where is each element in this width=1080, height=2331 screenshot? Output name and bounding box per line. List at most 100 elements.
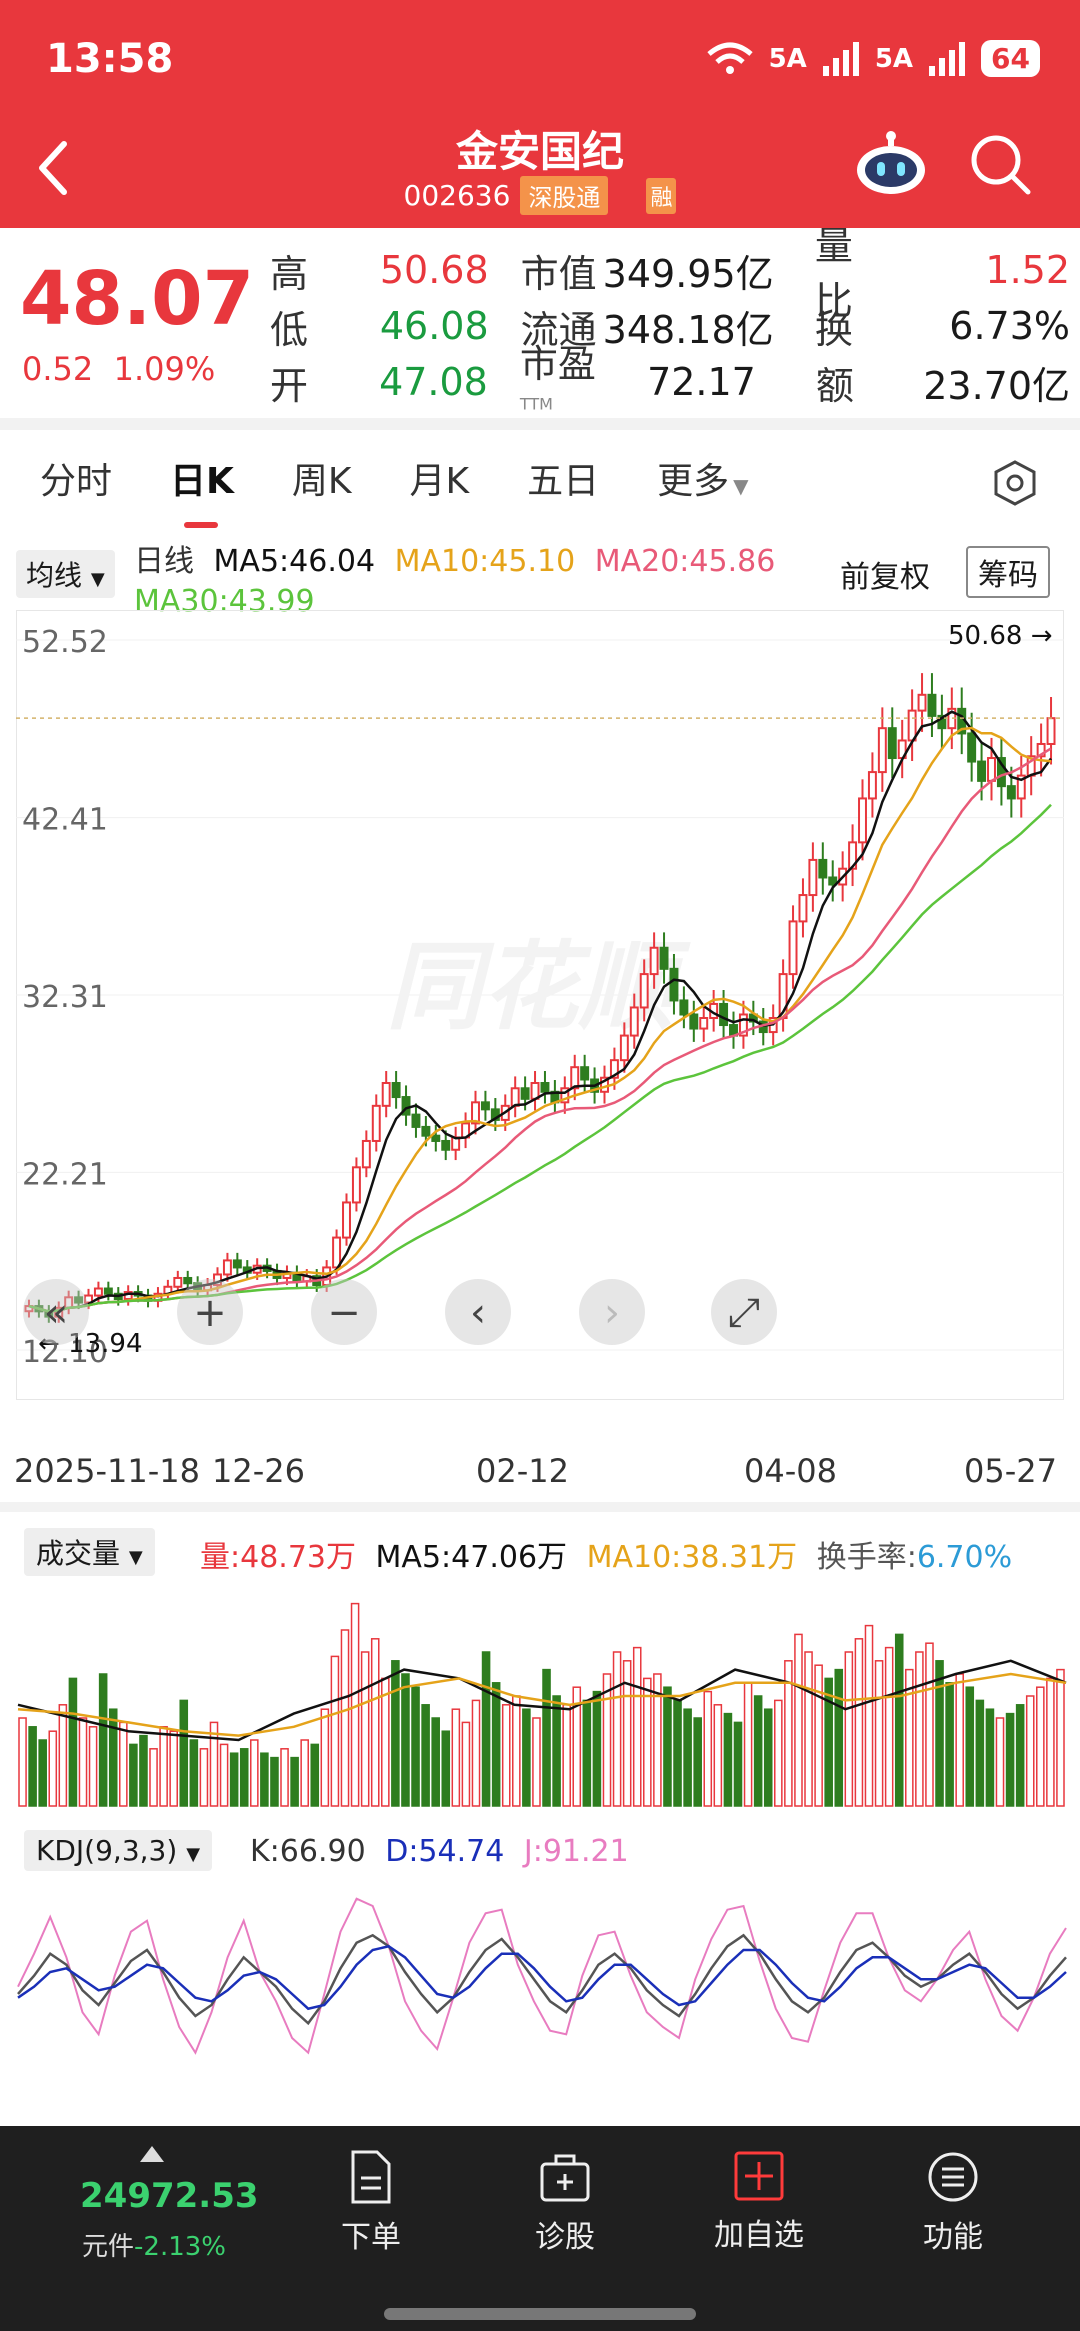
volume-bar bbox=[471, 1699, 481, 1807]
volume-bar bbox=[643, 1677, 652, 1807]
volume-chart[interactable] bbox=[16, 1574, 1080, 1814]
volume-bar bbox=[774, 1699, 783, 1807]
volume-bar bbox=[915, 1651, 924, 1807]
candle-body bbox=[332, 1236, 342, 1269]
candle-body bbox=[381, 1082, 391, 1107]
label-pe-text: 市盈 bbox=[519, 341, 596, 386]
volume-bar bbox=[663, 1686, 672, 1807]
nav-add-watchlist-label: 加自选 bbox=[714, 2218, 804, 2253]
volume-bar bbox=[370, 1638, 380, 1807]
menu-circle-icon bbox=[928, 2152, 978, 2202]
kdj-k: K:66.90 bbox=[250, 1834, 366, 1869]
tab-weekly-k[interactable]: 周K bbox=[292, 452, 352, 504]
settings-hexagon-icon[interactable] bbox=[990, 458, 1040, 508]
value-low: 46.08 bbox=[379, 304, 489, 348]
candle-body bbox=[639, 973, 649, 1009]
volume-bar bbox=[1025, 1695, 1035, 1807]
tab-more[interactable]: 更多 ▼ bbox=[657, 452, 748, 504]
volume-bar bbox=[78, 1717, 88, 1807]
indicator-select[interactable]: 均线 ▼ bbox=[16, 550, 115, 598]
quote-panel: 48.07 0.52 1.09% 高 50.68 市值 349.95亿 量比 1… bbox=[0, 224, 1080, 418]
scroll-left-fast-icon-glyph: « bbox=[44, 1290, 68, 1336]
chip-distribution-button[interactable]: 筹码 bbox=[966, 546, 1050, 598]
candle-body bbox=[858, 797, 867, 844]
tab-monthly-k[interactable]: 月K bbox=[410, 452, 470, 504]
y-tick-label: 32.31 bbox=[22, 980, 108, 1015]
value-turnover: 6.73% bbox=[949, 304, 1070, 348]
briefcase-plus-icon bbox=[540, 2154, 590, 2202]
volume-bar bbox=[935, 1660, 944, 1807]
volume-bar bbox=[763, 1708, 773, 1807]
kdj-indicator-select[interactable]: KDJ(9,3,3) ▼ bbox=[24, 1830, 213, 1871]
candle-body bbox=[818, 858, 828, 879]
nav-diagnose[interactable]: 诊股 bbox=[490, 2150, 640, 2256]
nav-add-watchlist[interactable]: 加自选 bbox=[684, 2150, 834, 2254]
volume-bar bbox=[542, 1668, 551, 1807]
volume-bar bbox=[794, 1633, 803, 1807]
candle-body bbox=[580, 1066, 590, 1081]
volume-bar bbox=[995, 1717, 1005, 1807]
volume-indicator-select[interactable]: 成交量 ▼ bbox=[24, 1528, 155, 1576]
tab-daily-k[interactable]: 日K bbox=[170, 452, 234, 528]
candlestick-chart[interactable]: 同花顺 52.5242.4132.3122.2112.1050.68 →← 13… bbox=[16, 610, 1064, 1410]
volume-bar bbox=[925, 1642, 934, 1807]
chevron-down-icon: ▼ bbox=[128, 1547, 143, 1568]
volume-bar bbox=[300, 1739, 309, 1807]
volume-bar bbox=[1005, 1712, 1015, 1807]
volume-bar bbox=[532, 1717, 541, 1807]
volume-bar bbox=[1036, 1686, 1045, 1807]
volume-bar bbox=[804, 1651, 813, 1807]
volume-bar bbox=[562, 1704, 571, 1807]
y-tick-label: 52.52 bbox=[22, 625, 108, 660]
volume-bar bbox=[58, 1704, 68, 1807]
tab-more-label: 更多 bbox=[657, 461, 730, 502]
nav-functions[interactable]: 功能 bbox=[878, 2150, 1028, 2256]
x-axis-labels: 2025-11-18 12-26 02-12 04-08 05-27 bbox=[0, 1452, 1080, 1492]
candle-body bbox=[510, 1087, 520, 1107]
search-icon[interactable] bbox=[968, 132, 1032, 196]
kdj-values: K:66.90 D:54.74 J:91.21 bbox=[250, 1834, 639, 1869]
candle-body bbox=[719, 1002, 729, 1027]
x-label: 05-27 bbox=[964, 1452, 1057, 1490]
scroll-right-icon-glyph: › bbox=[604, 1290, 620, 1336]
y-tick-label: 22.21 bbox=[22, 1157, 108, 1192]
label-turnover: 换 bbox=[814, 307, 853, 352]
volume-bar bbox=[592, 1690, 602, 1807]
status-time: 13:58 bbox=[46, 36, 174, 82]
volume-bar bbox=[391, 1660, 400, 1807]
volume-bar bbox=[149, 1748, 158, 1807]
candle-body bbox=[103, 1287, 113, 1295]
volume-bar bbox=[512, 1695, 521, 1807]
price-adjust-toggle[interactable]: 前复权 bbox=[840, 552, 930, 596]
tab-five-day[interactable]: 五日 bbox=[527, 452, 599, 504]
volume-bar bbox=[824, 1677, 833, 1807]
volume-bar bbox=[723, 1712, 733, 1807]
quote-row: 开 47.08 市盈 TTM 72.17 额 23.70亿 bbox=[270, 342, 1070, 413]
candle-body bbox=[887, 727, 897, 760]
nav-order[interactable]: 下单 bbox=[296, 2150, 446, 2256]
volume-bar bbox=[18, 1717, 27, 1807]
volume-bar bbox=[260, 1752, 269, 1807]
triangle-up-icon[interactable] bbox=[138, 2144, 166, 2164]
tab-intraday[interactable]: 分时 bbox=[40, 452, 112, 504]
volume-bar bbox=[330, 1655, 340, 1807]
volume-bar bbox=[854, 1638, 864, 1807]
candle-body bbox=[917, 693, 927, 712]
candle-body bbox=[987, 757, 996, 782]
chevron-down-icon: ▼ bbox=[733, 474, 749, 498]
ai-assistant-icon[interactable] bbox=[854, 130, 928, 196]
nav-diagnose-label: 诊股 bbox=[535, 2220, 595, 2255]
volume-bar bbox=[219, 1743, 229, 1807]
index-value[interactable]: 24972.53 bbox=[80, 2176, 259, 2216]
label-amount: 额 bbox=[815, 363, 854, 408]
kdj-chart[interactable] bbox=[16, 1874, 1080, 2114]
y-tick-label: 42.41 bbox=[22, 803, 108, 838]
candle-body bbox=[342, 1201, 351, 1239]
volume-bar bbox=[753, 1695, 763, 1807]
volume-bar bbox=[632, 1646, 642, 1807]
candle-body bbox=[808, 858, 818, 897]
home-indicator[interactable] bbox=[384, 2308, 696, 2320]
volume-bar bbox=[683, 1708, 692, 1807]
volume-ma10: MA10:38.31万 bbox=[586, 1540, 798, 1575]
volume-bar bbox=[945, 1682, 954, 1807]
